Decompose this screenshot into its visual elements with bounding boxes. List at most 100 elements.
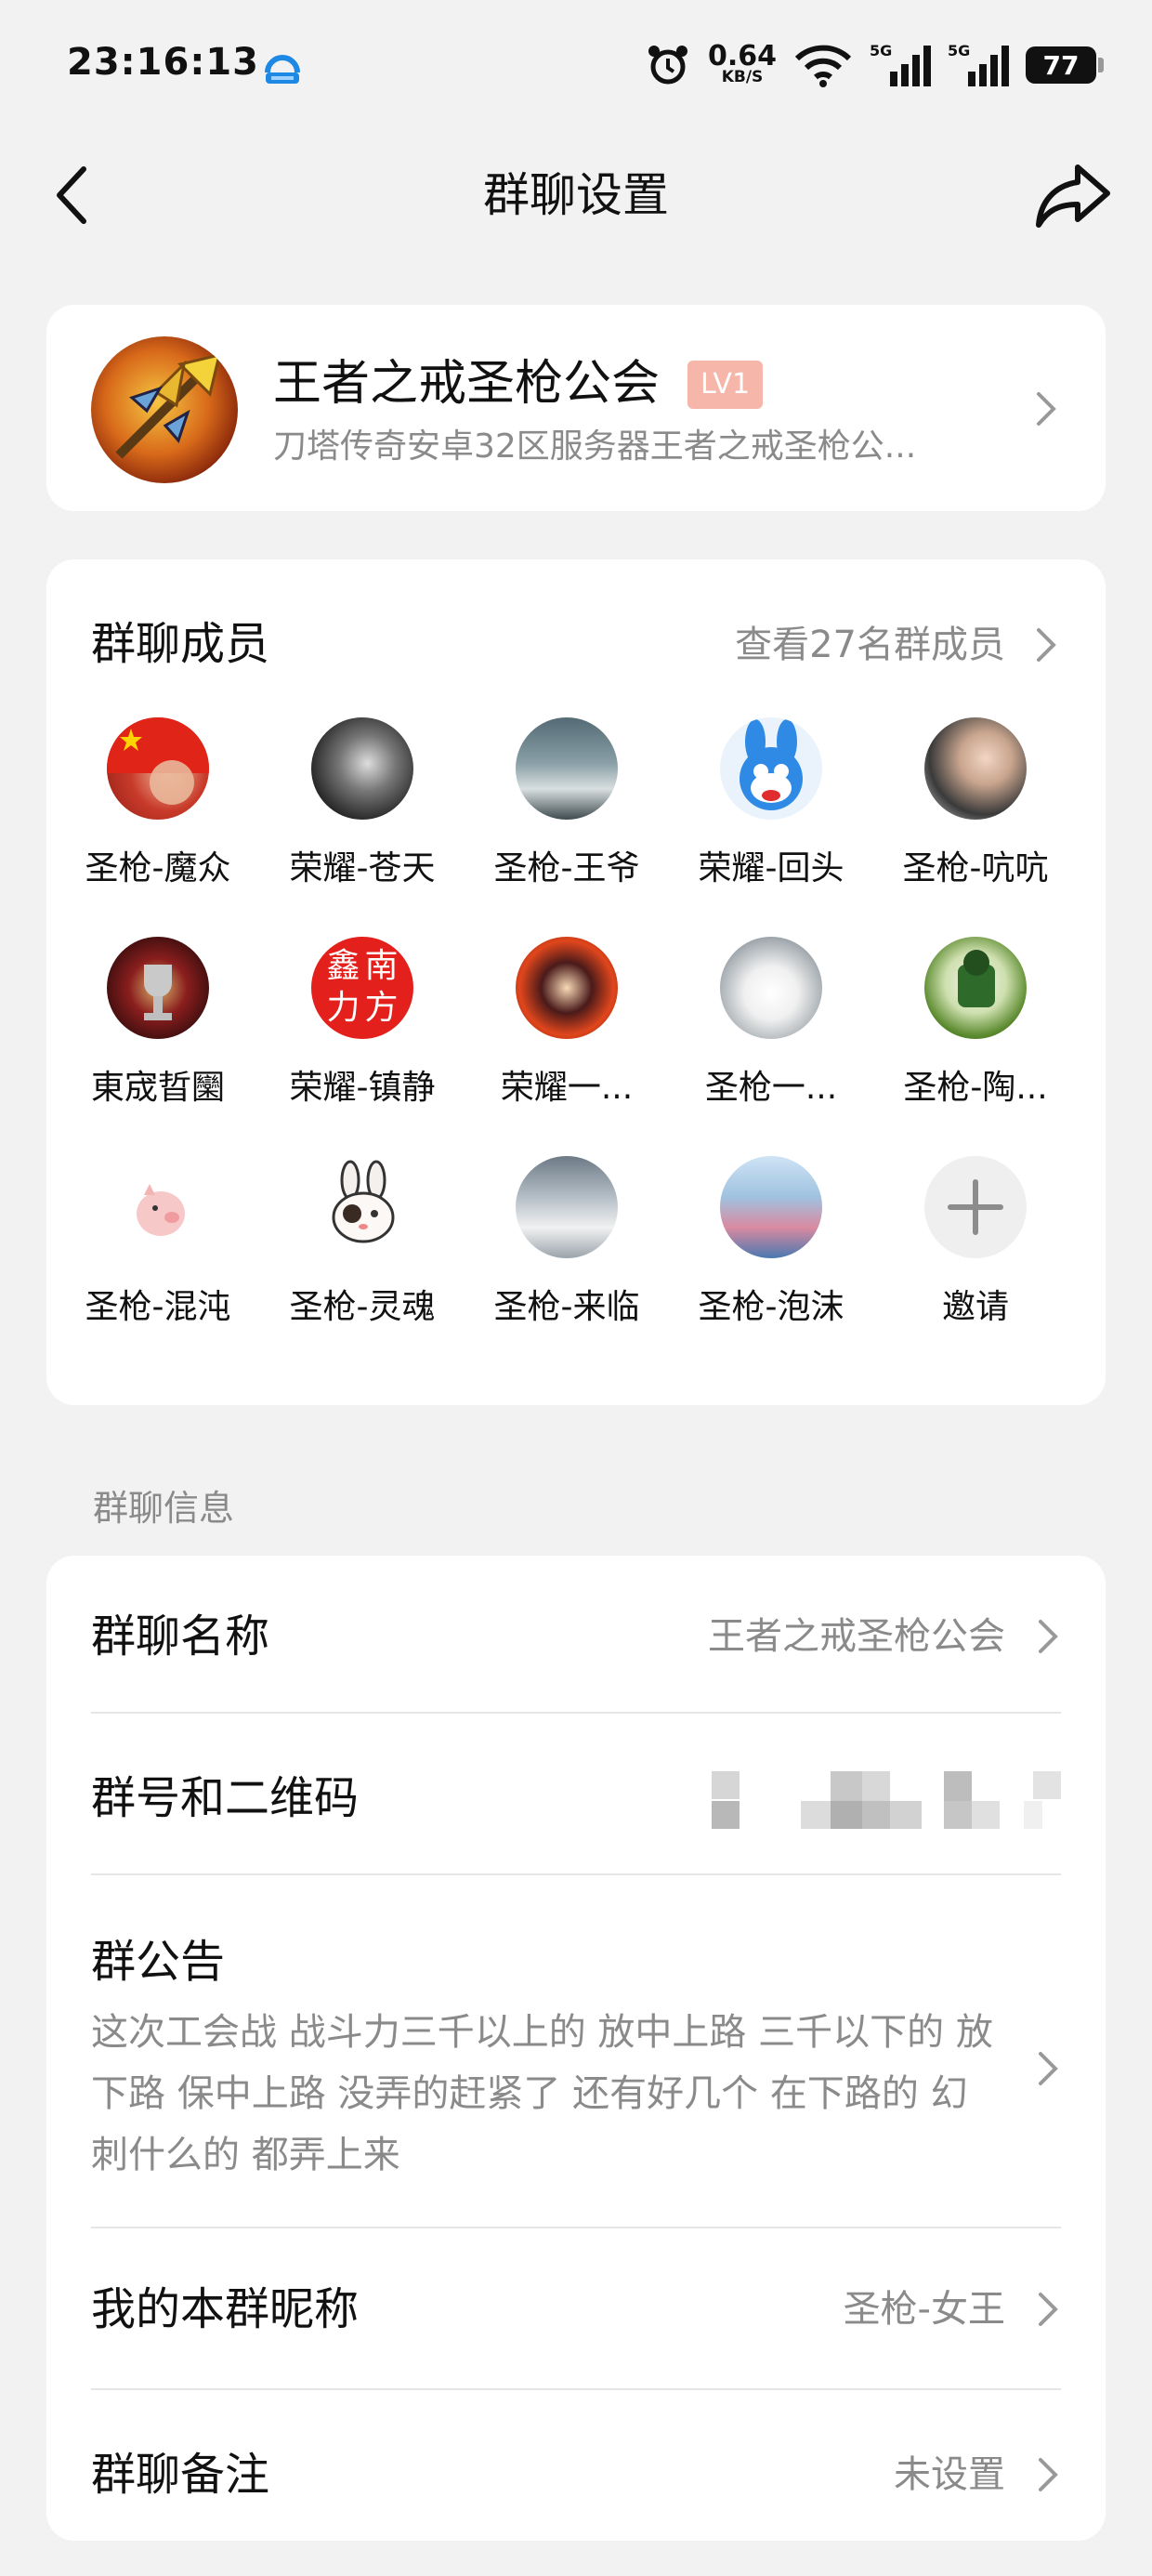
group-profile-card[interactable]: 王者之戒圣枪公会 LV1 刀塔传奇安卓32区服务器王者之戒圣枪公... [46,305,1106,511]
member-item[interactable]: 圣枪-泡沫 [669,1156,873,1375]
status-bar: 23:16:13 0.64 KB/S 5G 5G 77 [0,0,1152,138]
group-description: 刀塔传奇安卓32区服务器王者之戒圣枪公... [273,427,917,466]
invite-label: 邀请 [941,1288,1009,1326]
level-badge: LV1 [687,361,764,409]
member-name: 圣枪-来临 [493,1288,640,1326]
member-item[interactable]: 圣枪-陶... [873,937,1078,1156]
member-item[interactable]: 鑫南 力方 荣耀-镇静 [260,937,465,1156]
chevron-right-icon [1039,2052,1058,2085]
cartoon-bunny-icon [332,1160,395,1243]
member-name: 圣枪-吭吭 [902,849,1049,887]
battery-indicator: 77 [1026,46,1104,84]
member-name: 荣耀-镇静 [289,1069,436,1107]
member-name: 東宬晢圞 [90,1069,225,1107]
group-notice-row[interactable]: 群公告 这次工会战 战斗力三千以上的 放中上路 三千以下的 放下路 保中上路 没… [91,1929,1061,2208]
status-icons: 0.64 KB/S 5G 5G 77 [645,37,1104,93]
divider [91,1873,1061,1875]
cartoon-pig-icon [137,1184,185,1236]
member-item[interactable]: 荣耀-苍天 [260,717,465,937]
member-item[interactable]: 圣枪-王爷 [465,717,669,937]
member-name: 圣枪-泡沫 [698,1288,844,1326]
member-avatar [516,1156,618,1258]
view-all-members-link[interactable]: 查看27名群成员 [735,617,1005,673]
group-name-row[interactable]: 群聊名称 王者之戒圣枪公会 [91,1604,1061,1669]
add-icon[interactable] [924,1156,1027,1258]
my-nickname-value: 圣枪-女王 [843,2288,1005,2331]
cartoon-rabbit-icon [740,719,803,810]
member-avatar [107,717,209,820]
app-notification-icon [265,55,300,84]
wifi-icon [794,45,852,87]
group-remark-row[interactable]: 群聊备注 未设置 [91,2442,1061,2507]
member-name: 圣枪-王爷 [493,849,640,887]
chevron-right-icon [1037,392,1056,426]
status-time: 23:16:13 [67,41,259,84]
my-nickname-label: 我的本群昵称 [91,2283,360,2335]
group-id-qr-row[interactable]: 群号和二维码 [91,1766,1061,1831]
group-info-card: 群聊名称 王者之戒圣枪公会 群号和二维码 群公告 这次工会战 战斗力三千以上的 … [46,1556,1106,2541]
members-title: 群聊成员 [91,618,270,670]
member-avatar [720,937,822,1039]
member-avatar [720,717,822,820]
member-avatar: 鑫南 力方 [311,937,413,1039]
group-notice-label: 群公告 [91,1936,226,1988]
member-avatar [311,1156,413,1258]
group-id-qr-label: 群号和二维码 [91,1772,360,1824]
flag-icon [107,717,209,805]
group-info-section-label: 群聊信息 [93,1488,235,1529]
signal-icon-2: 5G [948,42,1009,88]
member-avatar [720,1156,822,1258]
chevron-right-icon [1039,2293,1058,2326]
member-name: 圣枪一... [704,1069,838,1107]
chevron-right-icon[interactable] [1033,624,1059,665]
group-name: 王者之戒圣枪公会 [273,356,661,412]
member-name: 圣枪-魔众 [85,849,231,887]
member-item[interactable]: 圣枪-灵魂 [260,1156,465,1375]
member-item[interactable]: 圣枪-魔众 [56,717,260,937]
share-icon[interactable] [1031,156,1115,234]
member-avatar [516,937,618,1039]
member-item[interactable]: 圣枪-混沌 [56,1156,260,1375]
blurred-group-id [712,1771,1061,1831]
member-name: 荣耀-苍天 [289,849,436,887]
signal-icon: 5G [870,42,931,88]
member-item[interactable]: 圣枪一... [669,937,873,1156]
member-name: 圣枪-灵魂 [289,1288,436,1326]
member-avatar [311,717,413,820]
my-nickname-row[interactable]: 我的本群昵称 圣枪-女王 [91,2277,1061,2342]
member-avatar [924,717,1027,820]
member-avatar [516,717,618,820]
member-item[interactable]: 圣枪-来临 [465,1156,669,1375]
spear-emblem-icon [115,352,222,459]
trophy-icon [144,965,172,1020]
chevron-right-icon [1039,2458,1058,2491]
group-name-label: 群聊名称 [91,1610,270,1663]
group-name-value: 王者之戒圣枪公会 [708,1615,1005,1658]
member-avatar [924,937,1027,1039]
page-title: 群聊设置 [483,168,669,222]
group-remark-value: 未设置 [894,2453,1005,2496]
page-content: 王者之戒圣枪公会 LV1 刀塔传奇安卓32区服务器王者之戒圣枪公... 群聊成员… [0,258,1152,2576]
calligraphy-logo: 鑫南 力方 [326,947,399,1027]
member-name: 荣耀一... [500,1069,634,1107]
invite-member-button[interactable]: 邀请 [873,1156,1078,1375]
network-speed: 0.64 KB/S [707,40,777,86]
divider [91,1712,1061,1714]
group-members-card: 群聊成员 查看27名群成员 圣枪-魔众 荣耀-苍天 圣枪-王爷 荣耀-回头 圣枪… [46,559,1106,1405]
group-remark-label: 群聊备注 [91,2449,270,2501]
alarm-icon [648,46,687,85]
cartoon-character-icon [958,950,995,1007]
group-avatar [91,336,238,483]
member-item[interactable]: 荣耀一... [465,937,669,1156]
divider [91,2388,1061,2390]
member-item[interactable]: 東宬晢圞 [56,937,260,1156]
member-name: 圣枪-混沌 [85,1288,231,1326]
member-name: 荣耀-回头 [698,849,844,887]
member-avatar [107,937,209,1039]
member-item[interactable]: 圣枪-吭吭 [873,717,1078,937]
group-notice-text: 这次工会战 战斗力三千以上的 放中上路 三千以下的 放下路 保中上路 没弄的赶紧… [91,2011,993,2176]
navigation-bar: 群聊设置 [0,138,1152,258]
member-item[interactable]: 荣耀-回头 [669,717,873,937]
member-avatar [107,1156,209,1258]
member-name: 圣枪-陶... [903,1069,1048,1107]
